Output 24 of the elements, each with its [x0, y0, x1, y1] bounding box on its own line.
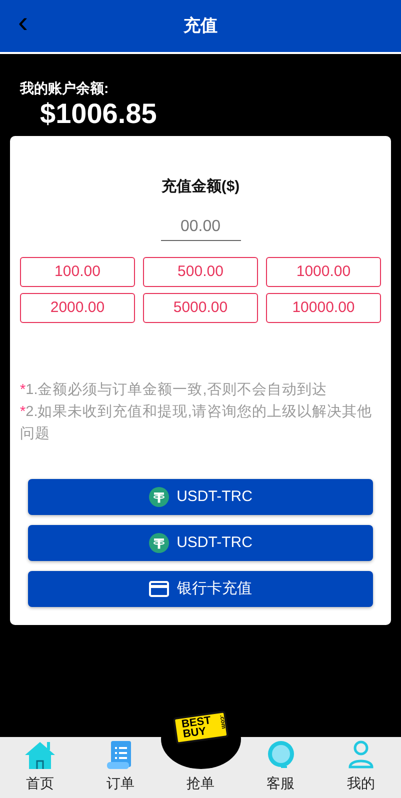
amount-option[interactable]: 2000.00 [20, 293, 135, 324]
amount-title: 充值金额($) [160, 176, 241, 197]
amount-option[interactable]: 1000.00 [266, 257, 381, 288]
balance-label: 我的账户余额: [18, 79, 110, 98]
amount-option[interactable]: 500.00 [143, 257, 258, 288]
page-title: 充值 [184, 15, 218, 38]
amount-option[interactable]: 100.00 [20, 257, 135, 288]
tab-bar-item[interactable]: 订单 [80, 737, 160, 798]
amount-option[interactable]: 5000.00 [143, 293, 258, 324]
tab-bar-item[interactable]: 我的 [320, 737, 401, 798]
house-icon [24, 740, 56, 770]
tether-icon [148, 533, 169, 554]
payment-method-button[interactable]: 银行卡充值 [28, 571, 373, 608]
user-icon [348, 740, 374, 770]
tether-icon [148, 487, 169, 508]
tab-bar-item[interactable]: 客服 [240, 737, 321, 798]
amount-option[interactable]: 10000.00 [266, 293, 381, 324]
note-text: *2.如果未收到充值和提现,请咨询您的上级以解决其他问题 [20, 402, 373, 444]
payment-method-button[interactable]: USDT-TRC [28, 525, 373, 562]
note-text: *1.金额必须与订单金额一致,否则不会自动到达 [20, 380, 328, 400]
payment-method-button[interactable]: USDT-TRC [28, 479, 373, 516]
tab-bar-item[interactable]: 首页 [0, 737, 80, 798]
card-icon [149, 581, 169, 598]
balance-amount: $1006.85 [39, 99, 158, 130]
